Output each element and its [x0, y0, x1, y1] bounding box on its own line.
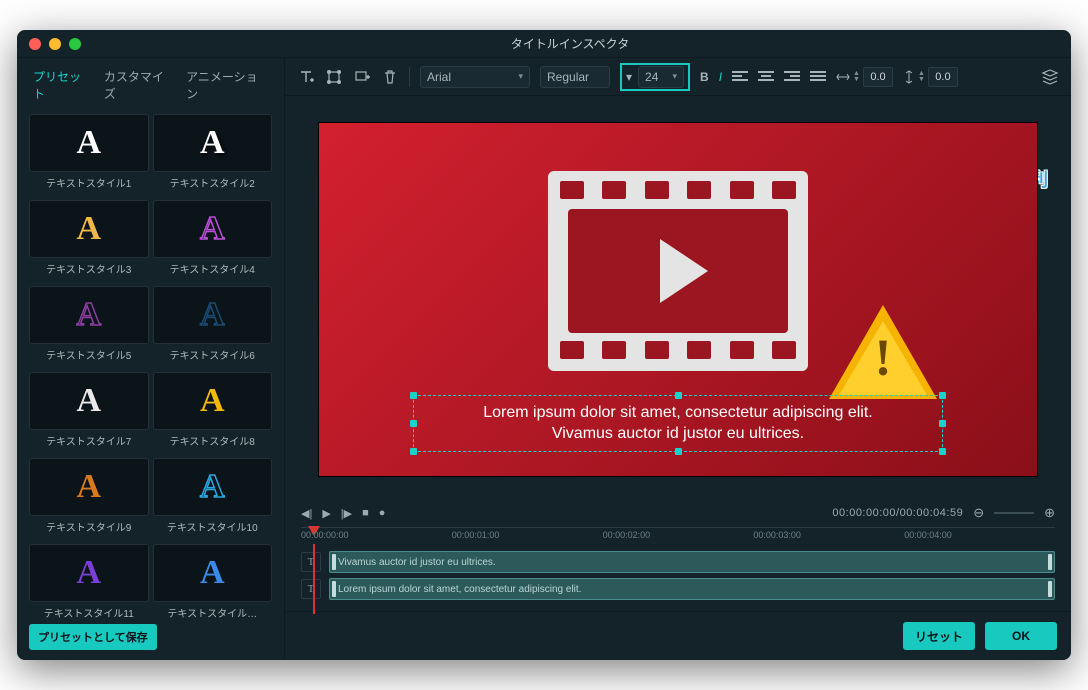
- track-type-icon: T: [301, 552, 321, 572]
- warning-icon: !: [829, 305, 937, 399]
- save-as-preset-button[interactable]: プリセットとして保存: [29, 624, 157, 650]
- text-style-label: テキストスタイル9: [29, 519, 149, 534]
- chevron-down-icon[interactable]: ▾: [626, 70, 632, 84]
- sidebar-tabs: プリセット カスタマイズ アニメーション: [17, 58, 284, 108]
- align-center-button[interactable]: [758, 71, 774, 83]
- char-spacing-field[interactable]: ▲▼: [836, 67, 893, 87]
- titlebar: タイトルインスペクタ: [17, 30, 1071, 58]
- prev-frame-button[interactable]: ◀|: [301, 507, 312, 520]
- transform-icon[interactable]: [325, 68, 343, 86]
- text-style-thumb[interactable]: A: [153, 114, 273, 172]
- text-style-thumb[interactable]: A: [153, 286, 273, 344]
- preview-canvas[interactable]: ! Lorem ipsum dolor sit amet, consectetu…: [318, 122, 1038, 477]
- text-style-label: テキストスタイル7: [29, 433, 149, 448]
- tab-customize[interactable]: カスタマイズ: [104, 68, 174, 102]
- align-justify-button[interactable]: [810, 71, 826, 83]
- bold-button[interactable]: B: [700, 70, 709, 84]
- footer: リセット OK: [285, 611, 1071, 660]
- text-style-label: テキストスタイル5: [29, 347, 149, 362]
- text-style-label: テキストスタイル3: [29, 261, 149, 276]
- ruler-tick-label: 00:00:02:00: [603, 530, 651, 540]
- caption-text-box[interactable]: Lorem ipsum dolor sit amet, consectetur …: [413, 395, 943, 452]
- caption-line-2: Vivamus auctor id justor eu ultrices.: [552, 425, 804, 442]
- text-style-thumb[interactable]: A: [153, 200, 273, 258]
- timeline-clip[interactable]: Vivamus auctor id justor eu ultrices.: [329, 551, 1055, 573]
- font-family-select[interactable]: Arial▾: [420, 66, 530, 88]
- zoom-slider[interactable]: [994, 512, 1034, 514]
- text-toolbar: Arial▾ Regular ▾ 24▾ B I ▲▼: [285, 58, 1071, 96]
- ruler-tick-label: 00:00:04:00: [904, 530, 952, 540]
- minimize-window-button[interactable]: [49, 38, 61, 50]
- delete-icon[interactable]: [381, 68, 399, 86]
- tab-preset[interactable]: プリセット: [33, 68, 92, 102]
- font-size-select[interactable]: 24▾: [638, 66, 684, 88]
- zoom-in-button[interactable]: ⊕: [1044, 505, 1055, 521]
- add-callout-icon[interactable]: [353, 68, 371, 86]
- line-spacing-icon: [903, 70, 915, 84]
- text-style-label: テキストスタイル1: [29, 175, 149, 190]
- line-spacing-input[interactable]: [928, 67, 958, 87]
- font-family-value: Arial: [427, 70, 451, 84]
- title-inspector-window: タイトルインスペクタ プリセット カスタマイズ アニメーション A テキストスタイ…: [17, 30, 1071, 660]
- next-frame-button[interactable]: |▶: [341, 507, 352, 520]
- clip-text: Lorem ipsum dolor sit amet, consectetur …: [338, 584, 581, 595]
- layers-icon[interactable]: [1041, 68, 1059, 86]
- text-style-thumb[interactable]: A: [29, 114, 149, 172]
- add-text-icon[interactable]: [297, 68, 315, 86]
- text-style-label: テキストスタイル8: [153, 433, 273, 448]
- clip-text: Vivamus auctor id justor eu ultrices.: [338, 557, 496, 568]
- text-style-label: テキストスタイル6: [153, 347, 273, 362]
- track-type-icon: T: [301, 579, 321, 599]
- text-style-label: テキストスタイル4: [153, 261, 273, 276]
- ruler-tick-label: 00:00:03:00: [753, 530, 801, 540]
- char-spacing-input[interactable]: [863, 67, 893, 87]
- ok-button[interactable]: OK: [985, 622, 1057, 650]
- close-window-button[interactable]: [29, 38, 41, 50]
- text-style-thumb[interactable]: A: [153, 458, 273, 516]
- italic-button[interactable]: I: [719, 70, 722, 84]
- play-button[interactable]: ▶: [322, 507, 330, 520]
- playback-bar: ◀| ▶ |▶ ■ ● 00:00:00:00/00:00:04:59 ⊖ ⊕: [285, 499, 1071, 527]
- text-style-label: テキストスタイル2: [153, 175, 273, 190]
- record-button[interactable]: ●: [379, 507, 386, 519]
- timeline-track: T Vivamus auctor id justor eu ultrices.: [301, 550, 1055, 574]
- sidebar: プリセット カスタマイズ アニメーション A テキストスタイル1 A テキストスタイル…: [17, 58, 285, 660]
- timeline-track: T Lorem ipsum dolor sit amet, consectetur…: [301, 577, 1055, 601]
- text-style-grid: A テキストスタイル1 A テキストスタイル2 A テキストスタイル3 A テキストスタイル4…: [17, 108, 284, 618]
- text-style-thumb[interactable]: A: [29, 286, 149, 344]
- window-title: タイトルインスペクタ: [81, 35, 1059, 52]
- font-weight-value: Regular: [547, 70, 589, 84]
- text-style-thumb[interactable]: A: [153, 544, 273, 602]
- tab-animation[interactable]: アニメーション: [186, 68, 268, 102]
- timeline-ruler[interactable]: 00:00:00:00 00:00:01:00 00:00:02:00 00:00:0…: [301, 527, 1055, 547]
- text-style-label: テキストスタイル…: [153, 605, 273, 618]
- stop-button[interactable]: ■: [362, 507, 369, 519]
- zoom-out-button[interactable]: ⊖: [973, 505, 984, 521]
- text-style-thumb[interactable]: A: [29, 372, 149, 430]
- reset-button[interactable]: リセット: [903, 622, 975, 650]
- align-right-button[interactable]: [784, 71, 800, 83]
- ruler-tick-label: 00:00:01:00: [452, 530, 500, 540]
- timecode-display: 00:00:00:00/00:00:04:59: [832, 507, 963, 519]
- char-spacing-icon: [836, 71, 850, 83]
- font-size-highlight: ▾ 24▾: [620, 63, 690, 91]
- text-style-thumb[interactable]: A: [29, 458, 149, 516]
- film-placeholder-icon: [548, 171, 808, 371]
- ruler-tick-label: 00:00:00:00: [301, 530, 349, 540]
- font-size-value: 24: [645, 70, 658, 84]
- text-style-label: テキストスタイル11: [29, 605, 149, 618]
- zoom-window-button[interactable]: [69, 38, 81, 50]
- font-weight-select[interactable]: Regular: [540, 66, 610, 88]
- timeline-clip[interactable]: Lorem ipsum dolor sit amet, consectetur …: [329, 578, 1055, 600]
- preview-area: ↑見やすいサイズに設定しておくと便利 ! Lorem ipsum dolor s…: [285, 96, 1071, 499]
- text-style-thumb[interactable]: A: [29, 544, 149, 602]
- line-spacing-field[interactable]: ▲▼: [903, 67, 958, 87]
- timeline: 00:00:00:00 00:00:01:00 00:00:02:00 00:00:0…: [285, 527, 1071, 611]
- window-controls: [29, 38, 81, 50]
- align-left-button[interactable]: [732, 71, 748, 83]
- text-style-label: テキストスタイル10: [153, 519, 273, 534]
- text-style-thumb[interactable]: A: [153, 372, 273, 430]
- caption-line-1: Lorem ipsum dolor sit amet, consectetur …: [483, 404, 873, 421]
- text-style-thumb[interactable]: A: [29, 200, 149, 258]
